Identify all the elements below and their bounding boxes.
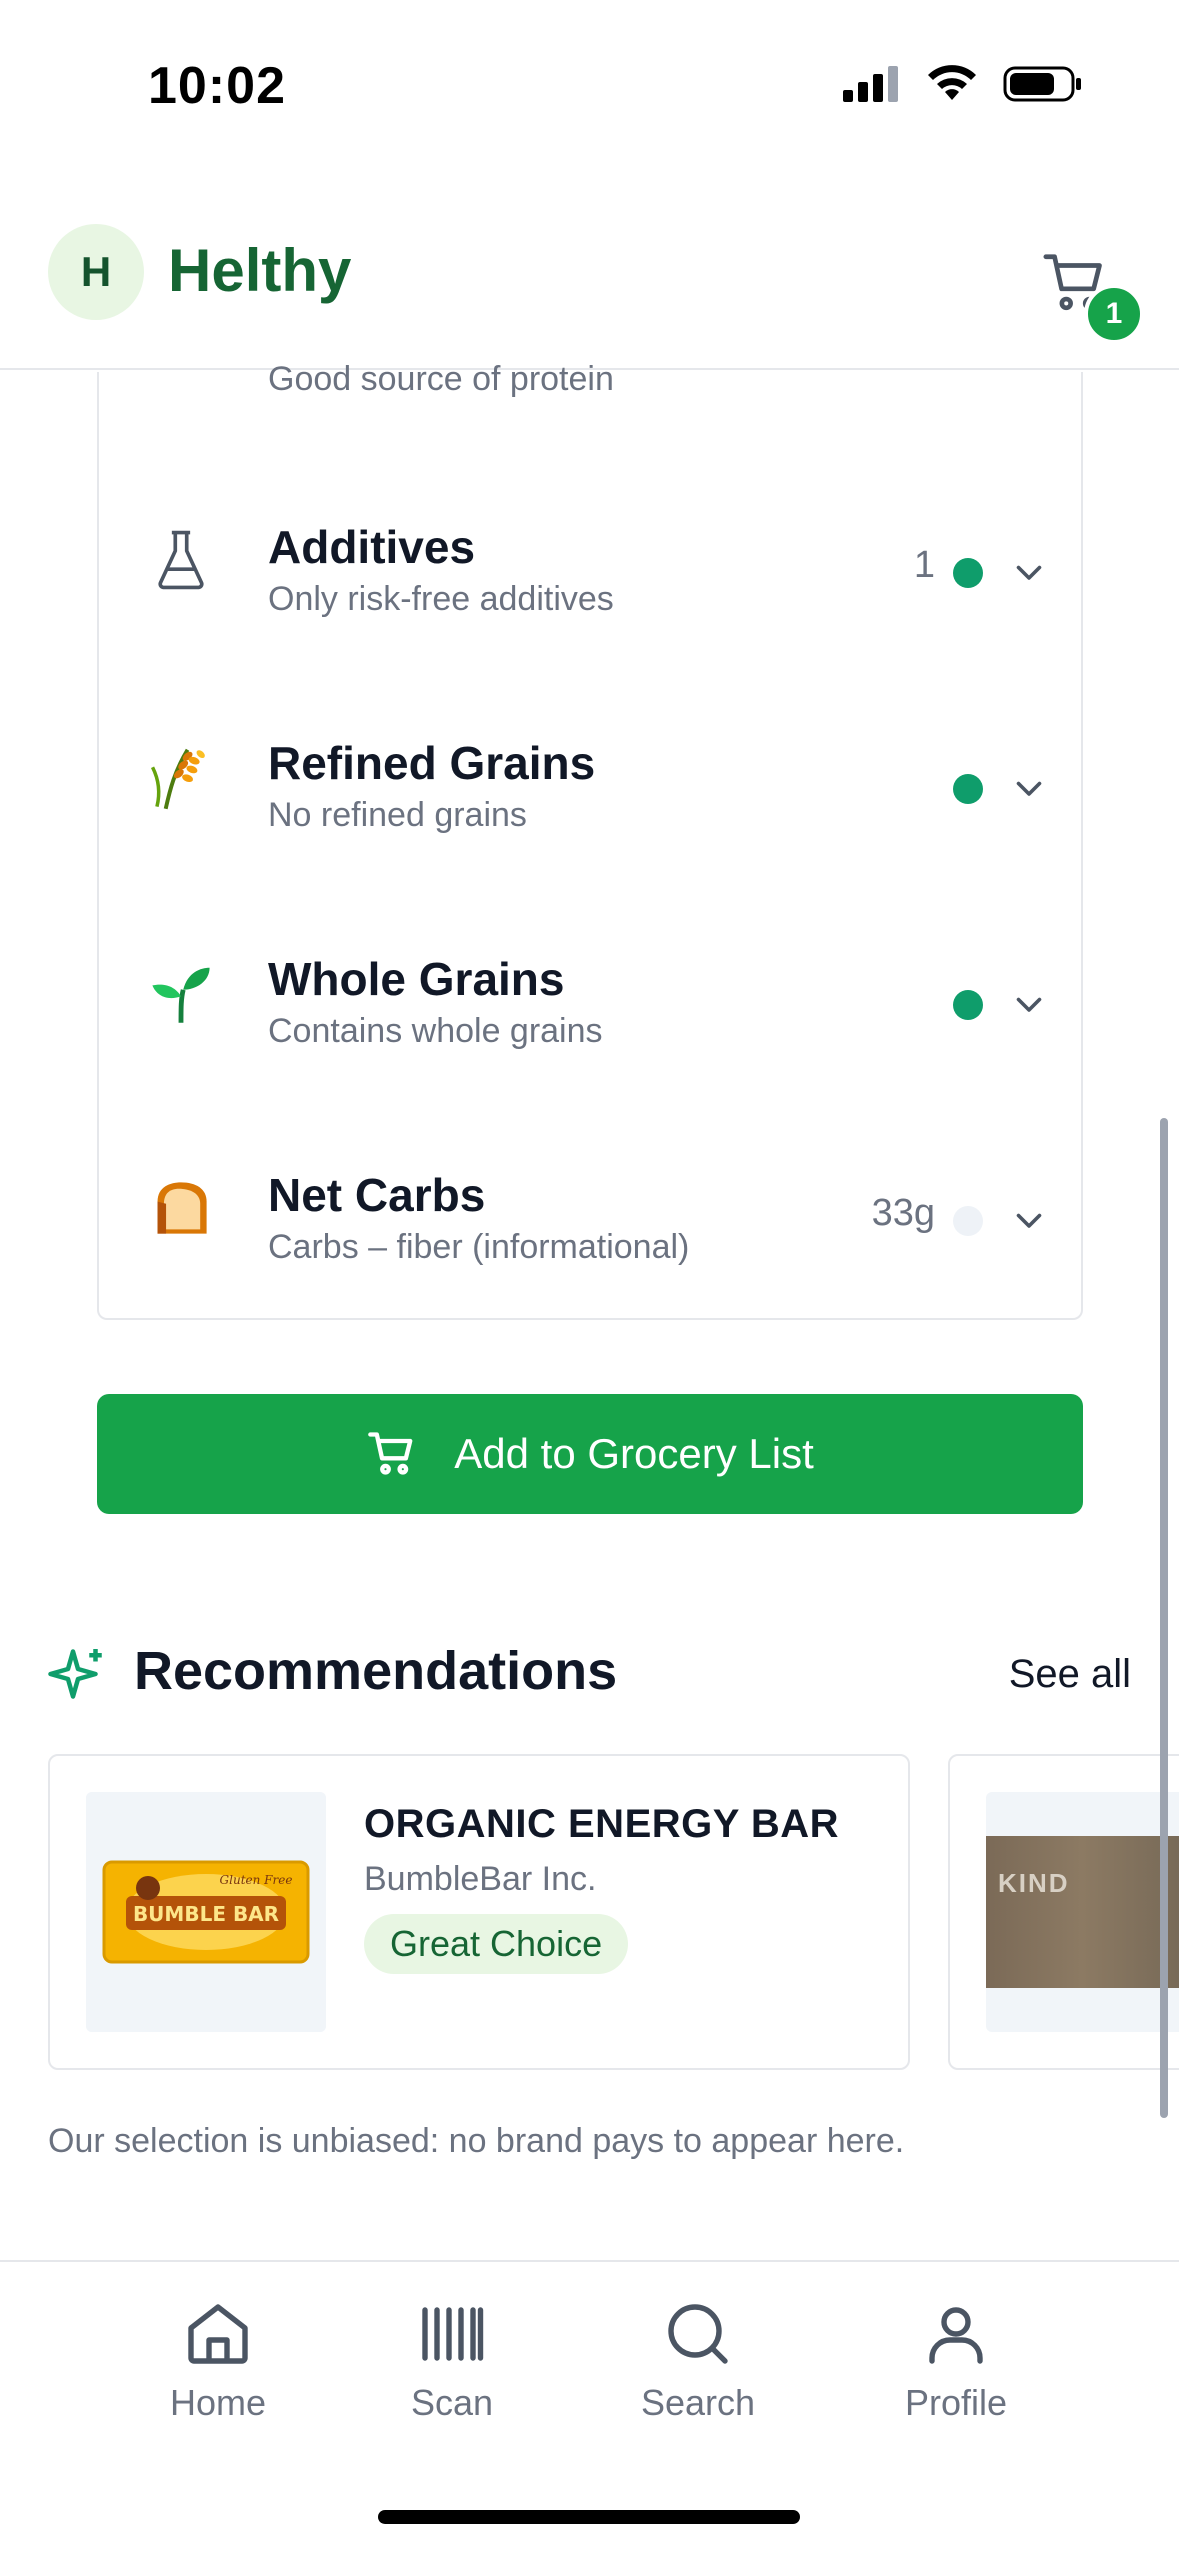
status-dot bbox=[953, 558, 983, 588]
cart-count-badge: 1 bbox=[1084, 284, 1144, 344]
search-icon bbox=[668, 2304, 728, 2364]
recommendation-card[interactable]: KIND bbox=[948, 1754, 1179, 2070]
recommendations-title: Recommendations bbox=[134, 1641, 618, 1701]
nutrient-row-whole-grains[interactable]: Whole Grains Contains whole grains bbox=[97, 912, 1083, 1072]
tab-search[interactable]: Search bbox=[598, 2298, 798, 2438]
wifi-icon bbox=[928, 65, 976, 100]
sparkle-icon bbox=[48, 1649, 102, 1699]
nutrient-value: 33g bbox=[871, 1192, 935, 1234]
barcode-icon bbox=[422, 2307, 484, 2361]
add-to-grocery-list-button[interactable]: Add to Grocery List bbox=[97, 1394, 1083, 1514]
tab-profile[interactable]: Profile bbox=[856, 2298, 1056, 2438]
chevron-down-icon[interactable] bbox=[1011, 770, 1047, 806]
status-dot bbox=[953, 990, 983, 1020]
battery-icon bbox=[1003, 66, 1081, 102]
tab-home[interactable]: Home bbox=[118, 2298, 318, 2438]
nutrient-row-refined-grains[interactable]: Refined Grains No refined grains bbox=[97, 696, 1083, 856]
cart-icon bbox=[368, 1432, 413, 1475]
svg-text:Gluten Free: Gluten Free bbox=[220, 1873, 293, 1887]
add-button-label: Add to Grocery List bbox=[454, 1430, 814, 1477]
product-image-label: KIND bbox=[998, 1868, 1070, 1898]
bread-icon bbox=[145, 1172, 217, 1244]
tab-scan[interactable]: Scan bbox=[352, 2298, 552, 2438]
signal-icon bbox=[843, 66, 898, 102]
tab-label: Search bbox=[640, 2382, 756, 2423]
nutrient-subtitle: Only risk-free additives bbox=[268, 580, 614, 618]
home-indicator[interactable] bbox=[378, 2510, 800, 2524]
status-icons bbox=[841, 64, 1083, 104]
avatar[interactable]: H bbox=[48, 224, 144, 320]
profile-icon bbox=[929, 2307, 983, 2364]
home-icon bbox=[188, 2304, 248, 2364]
wheat-icon bbox=[145, 740, 217, 812]
tab-label: Scan bbox=[410, 2382, 494, 2423]
nutrient-value: 1 bbox=[913, 544, 935, 586]
nutrient-subtitle: Carbs – fiber (informational) bbox=[268, 1228, 690, 1266]
nutrient-title: Refined Grains bbox=[268, 737, 596, 789]
nutrient-subtitle: No refined grains bbox=[268, 796, 527, 834]
tab-label: Home bbox=[169, 2382, 267, 2423]
scrollbar[interactable] bbox=[1160, 1118, 1168, 2118]
flask-icon bbox=[145, 524, 217, 596]
status-time: 10:02 bbox=[148, 57, 286, 115]
recommendation-card[interactable]: BUMBLE BAR Gluten Free ORGANIC ENERGY BA… bbox=[48, 1754, 910, 2070]
product-image: BUMBLE BAR Gluten Free bbox=[86, 1792, 326, 2032]
nutrient-title: Net Carbs bbox=[268, 1169, 486, 1221]
product-name: ORGANIC ENERGY BAR bbox=[364, 1802, 839, 1846]
see-all-link[interactable]: See all bbox=[1009, 1652, 1131, 1697]
tab-label: Profile bbox=[904, 2382, 1008, 2423]
chevron-down-icon[interactable] bbox=[1011, 986, 1047, 1022]
nutrient-title: Additives bbox=[268, 521, 476, 573]
status-bar: 10:02 bbox=[0, 0, 1179, 170]
nutrient-subtitle: Contains whole grains bbox=[268, 1012, 603, 1050]
product-image-label: BUMBLE BAR bbox=[133, 1902, 279, 1926]
product-brand: BumbleBar Inc. bbox=[364, 1860, 597, 1898]
nutrient-row-additives[interactable]: Additives Only risk-free additives 1 bbox=[97, 480, 1083, 640]
nutrient-title: Whole Grains bbox=[268, 953, 565, 1005]
seedling-icon bbox=[145, 956, 217, 1028]
product-image-bar: KIND bbox=[986, 1836, 1179, 1988]
disclaimer-text: Our selection is unbiased: no brand pays… bbox=[48, 2122, 905, 2160]
app-header: H Helthy 1 bbox=[0, 170, 1179, 370]
protein-subtitle: Good source of protein bbox=[268, 360, 614, 398]
app-title: Helthy bbox=[168, 237, 352, 304]
status-dot bbox=[953, 774, 983, 804]
nutrient-row-net-carbs[interactable]: Net Carbs Carbs – fiber (informational) … bbox=[97, 1128, 1083, 1288]
chevron-down-icon[interactable] bbox=[1011, 554, 1047, 590]
rating-badge: Great Choice bbox=[364, 1914, 629, 1974]
status-dot bbox=[953, 1206, 983, 1236]
chevron-down-icon[interactable] bbox=[1011, 1202, 1047, 1238]
